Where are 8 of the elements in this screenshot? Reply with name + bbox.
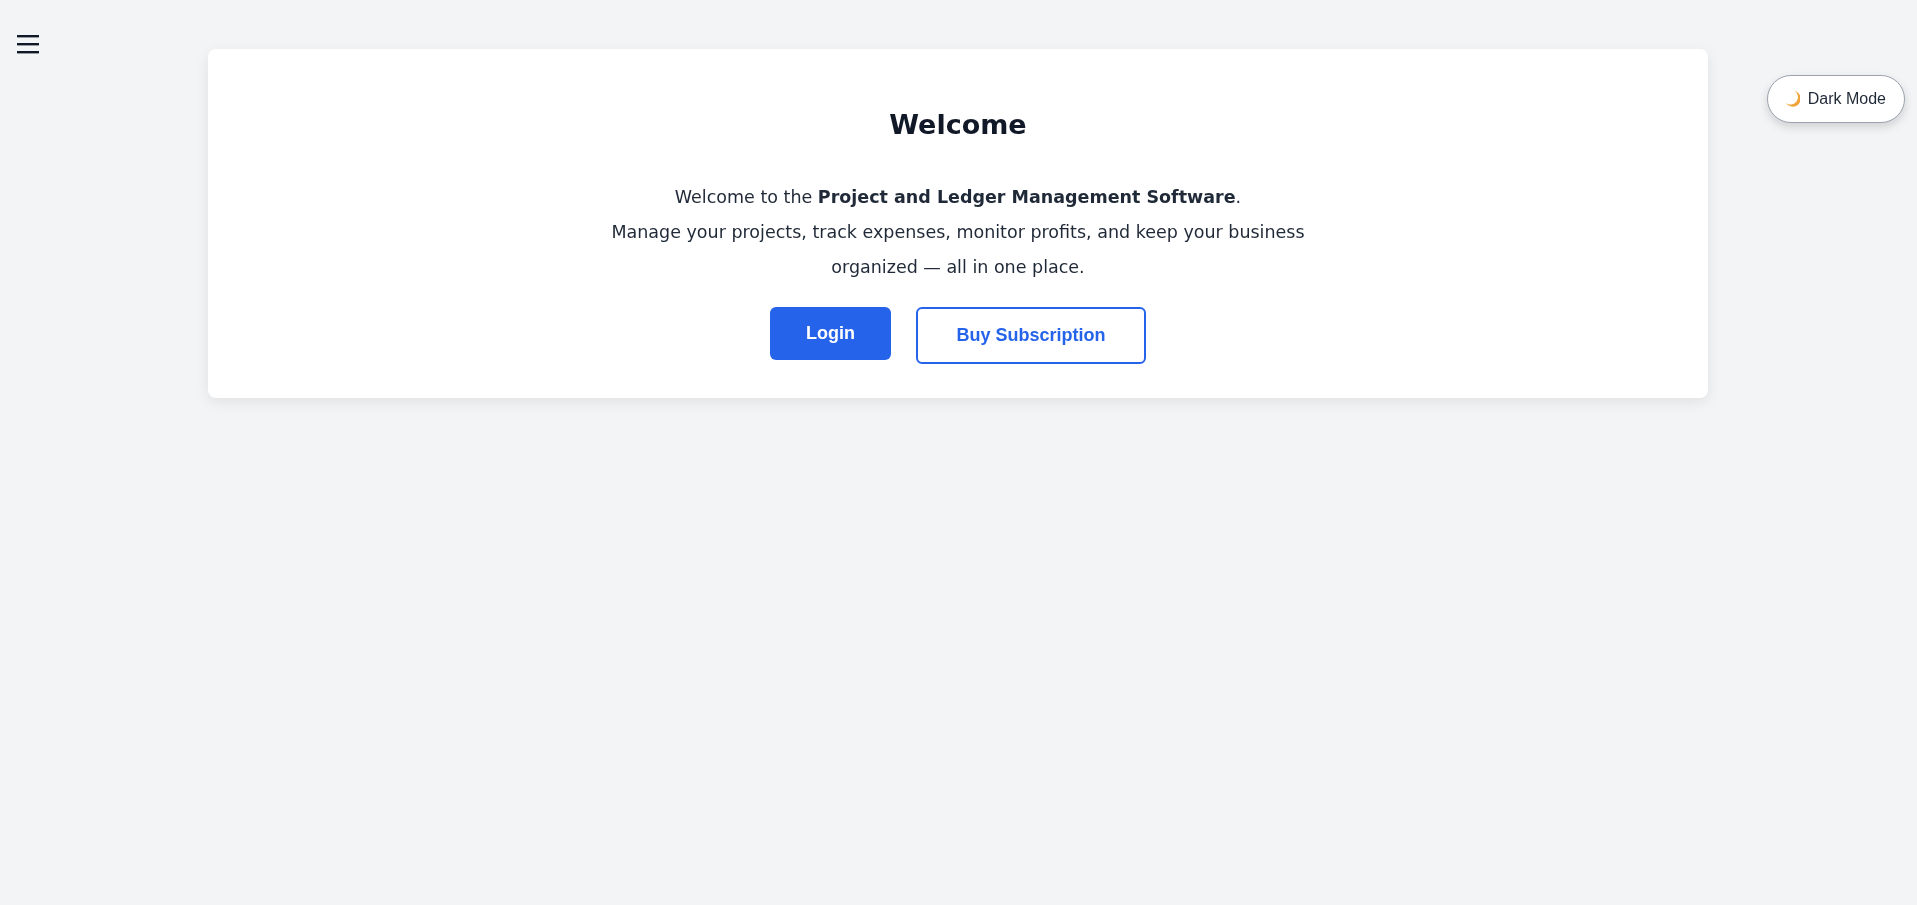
welcome-title: Welcome bbox=[889, 109, 1027, 140]
moon-icon bbox=[1785, 91, 1800, 107]
login-button[interactable]: Login bbox=[770, 307, 891, 360]
intro-text: Welcome to the Project and Ledger Management Software. bbox=[674, 186, 1242, 209]
subscription-button[interactable]: Buy Subscription bbox=[916, 307, 1146, 364]
dark-mode-button[interactable]: Dark Mode bbox=[1766, 75, 1905, 123]
description-text: Manage your projects, track expenses, monitor profits, and keep your business organized — all in one place. bbox=[610, 221, 1306, 279]
menu-icon[interactable] bbox=[17, 34, 39, 54]
